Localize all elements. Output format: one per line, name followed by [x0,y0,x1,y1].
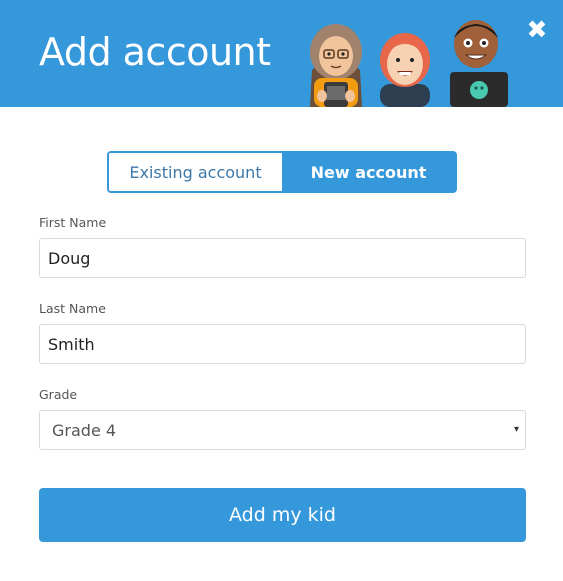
first-name-label: First Name [39,215,107,230]
kid-1-illustration [310,24,362,107]
grade-value: Grade 4 [52,420,117,440]
modal-title: Add account [39,30,271,74]
tab-existing-account[interactable]: Existing account [109,153,282,191]
tab-new-account[interactable]: New account [282,153,455,191]
modal-header: Add account ✖ [0,0,563,107]
last-name-input[interactable]: Smith [39,324,526,364]
last-name-value: Smith [48,334,95,354]
three-kids-illustration [310,20,508,107]
first-name-input[interactable]: Doug [39,238,526,278]
add-my-kid-button[interactable]: Add my kid [39,488,526,542]
grade-label: Grade [39,387,78,402]
chevron-down-icon: ▾ [513,424,519,435]
kid-2-illustration [380,33,430,107]
last-name-label: Last Name [39,301,106,316]
grade-select[interactable]: Grade 4 ▾ [39,410,526,450]
first-name-value: Doug [48,248,91,268]
kid-3-illustration [450,20,508,107]
account-type-toggle: Existing account New account [107,151,457,193]
close-icon[interactable]: ✖ [521,14,553,46]
